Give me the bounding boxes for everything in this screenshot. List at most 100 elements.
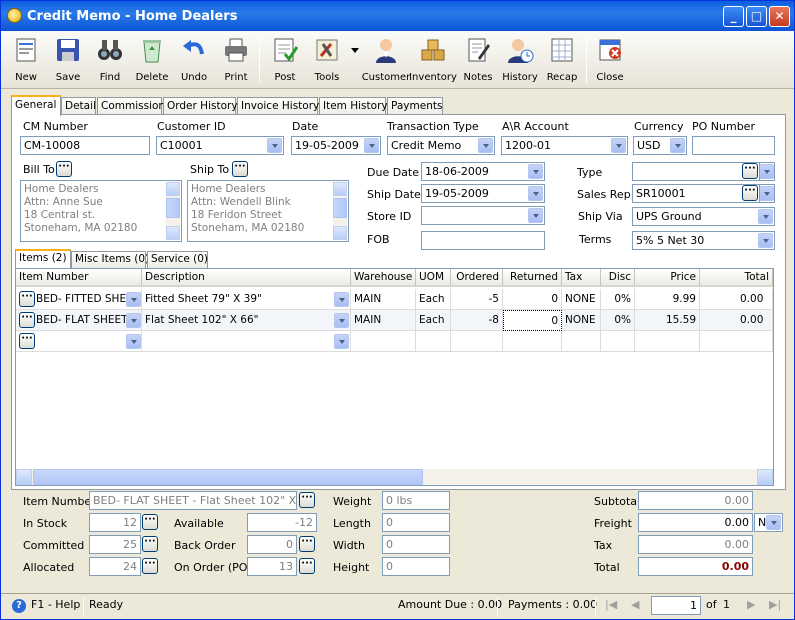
fob-field[interactable] (421, 231, 545, 250)
tab-order-history[interactable]: Order History (163, 97, 238, 115)
table-row-2-warehouse[interactable]: MAIN (351, 310, 416, 331)
chevron-down-icon[interactable] (758, 209, 773, 224)
column-header-uom[interactable]: UOM (416, 269, 451, 287)
column-header-warehouse[interactable]: Warehouse (351, 269, 416, 287)
table-row-2-price[interactable]: 15.59 (635, 310, 700, 331)
recap-button[interactable]: Recap (540, 34, 584, 88)
allocated-lookup-button[interactable]: ··· (142, 558, 158, 574)
chevron-down-icon[interactable] (364, 138, 379, 153)
table-row-1-uom[interactable]: Each (416, 289, 451, 310)
table-row-2-description[interactable]: Flat Sheet 102" X 66" (142, 310, 351, 331)
chevron-down-icon[interactable] (528, 208, 543, 223)
inventory-button[interactable]: Inventory (409, 34, 457, 88)
chevron-down-icon[interactable] (670, 138, 685, 153)
close-button[interactable]: Close (588, 34, 632, 88)
scroll-right-icon[interactable] (757, 469, 773, 485)
transaction-type-select[interactable]: Credit Memo (387, 136, 495, 155)
last-page-icon[interactable]: ▶| (769, 598, 781, 611)
table-row-new-cell[interactable] (503, 331, 562, 352)
tab-commission[interactable]: Commission (97, 97, 165, 115)
subtab-service[interactable]: Service (0) (147, 251, 208, 268)
table-row-new-cell[interactable] (601, 331, 635, 352)
table-row-1-price[interactable]: 9.99 (635, 289, 700, 310)
column-header-description[interactable]: Description (142, 269, 351, 287)
chevron-down-icon[interactable] (766, 515, 781, 530)
column-header-ordered[interactable]: Ordered (451, 269, 503, 287)
first-page-icon[interactable]: |◀ (605, 598, 617, 611)
table-row-new-description[interactable] (142, 331, 351, 352)
chevron-down-icon[interactable] (351, 48, 359, 53)
chevron-down-icon[interactable] (334, 313, 349, 328)
customer-button[interactable]: Customer (362, 34, 410, 88)
sales-rep-lookup-button[interactable]: ··· (742, 185, 758, 201)
chevron-down-icon[interactable] (267, 138, 282, 153)
close-window-button[interactable]: ✕ (769, 6, 790, 27)
chevron-down-icon[interactable] (611, 138, 626, 153)
chevron-down-icon[interactable] (126, 292, 141, 307)
table-row-new-cell[interactable] (451, 331, 503, 352)
page-number-field[interactable]: 1 (651, 596, 701, 615)
table-row-1-disc[interactable]: 0% (601, 289, 635, 310)
table-row-new-cell[interactable] (635, 331, 700, 352)
item-lookup-button[interactable]: ··· (19, 312, 35, 328)
table-row-1-description[interactable]: Fitted Sheet 79" X 39" (142, 289, 351, 310)
chevron-down-icon[interactable] (334, 334, 349, 349)
help-status[interactable]: F1 - Help (31, 598, 80, 611)
type-dropdown[interactable] (759, 162, 775, 181)
in-stock-lookup-button[interactable]: ··· (142, 514, 158, 530)
tools-button[interactable]: Tools (305, 34, 361, 88)
chevron-down-icon[interactable] (758, 233, 773, 248)
column-header-price[interactable]: Price (635, 269, 700, 287)
ship-to-lookup-button[interactable]: ··· (232, 161, 248, 177)
table-row-2-tax[interactable]: NONE (562, 310, 601, 331)
store-id-select[interactable] (421, 206, 545, 225)
table-row-2-returned[interactable]: 0 (503, 310, 562, 331)
subtab-items[interactable]: Items (2) (15, 249, 71, 268)
tab-detail[interactable]: Detail (61, 97, 96, 115)
table-row-1-warehouse[interactable]: MAIN (351, 289, 416, 310)
column-header-total[interactable]: Total (700, 269, 773, 287)
table-row-1-returned[interactable]: 0 (503, 289, 562, 310)
ship-to-address[interactable]: Home Dealers Attn: Wendell Blink 18 Feri… (187, 180, 349, 242)
currency-select[interactable]: USD (633, 136, 687, 155)
type-lookup-button[interactable]: ··· (742, 163, 758, 179)
table-row-new-cell[interactable] (700, 331, 773, 352)
date-picker[interactable]: 19-05-2009 (291, 136, 381, 155)
table-row-new-cell[interactable] (562, 331, 601, 352)
tab-invoice-history[interactable]: Invoice History (237, 97, 319, 115)
terms-select[interactable]: 5% 5 Net 30 (632, 231, 775, 250)
cm-number-field[interactable]: CM-10008 (20, 136, 150, 155)
customer-id-select[interactable]: C10001 (156, 136, 284, 155)
subtab-misc-items[interactable]: Misc Items (0) (71, 251, 149, 268)
table-row-new-cell[interactable] (416, 331, 451, 352)
committed-lookup-button[interactable]: ··· (142, 536, 158, 552)
chevron-down-icon[interactable] (760, 186, 774, 201)
table-row-1-ordered[interactable]: -5 (451, 289, 503, 310)
ship-via-select[interactable]: UPS Ground (632, 207, 775, 226)
freight-flag-select[interactable]: N (754, 513, 783, 532)
item-lookup-button[interactable]: ··· (19, 333, 35, 349)
freight-field[interactable]: 0.00 (638, 513, 753, 532)
tab-item-history[interactable]: Item History (319, 97, 388, 115)
sales-rep-field[interactable]: SR10001 (632, 184, 760, 203)
chevron-down-icon[interactable] (760, 164, 774, 179)
tab-payments[interactable]: Payments (387, 97, 443, 115)
on-order-lookup-button[interactable]: ··· (299, 558, 315, 574)
column-header-disc[interactable]: Disc (601, 269, 635, 287)
chevron-down-icon[interactable] (528, 164, 543, 179)
column-header-returned[interactable]: Returned (503, 269, 562, 287)
minimize-button[interactable]: _ (723, 6, 744, 27)
grid-horizontal-scrollbar[interactable] (16, 469, 773, 485)
maximize-button[interactable]: □ (746, 6, 767, 27)
print-button[interactable]: Print (214, 34, 258, 88)
due-date-picker[interactable]: 18-06-2009 (421, 162, 545, 181)
ship-to-scrollbar[interactable] (333, 182, 347, 240)
bill-to-lookup-button[interactable]: ··· (56, 161, 72, 177)
scroll-thumb[interactable] (33, 469, 423, 485)
chevron-down-icon[interactable] (478, 138, 493, 153)
chevron-down-icon[interactable] (528, 186, 543, 201)
tab-general[interactable]: General (11, 95, 61, 116)
sales-rep-dropdown[interactable] (759, 184, 775, 203)
table-row-2-uom[interactable]: Each (416, 310, 451, 331)
type-field[interactable] (632, 162, 760, 181)
